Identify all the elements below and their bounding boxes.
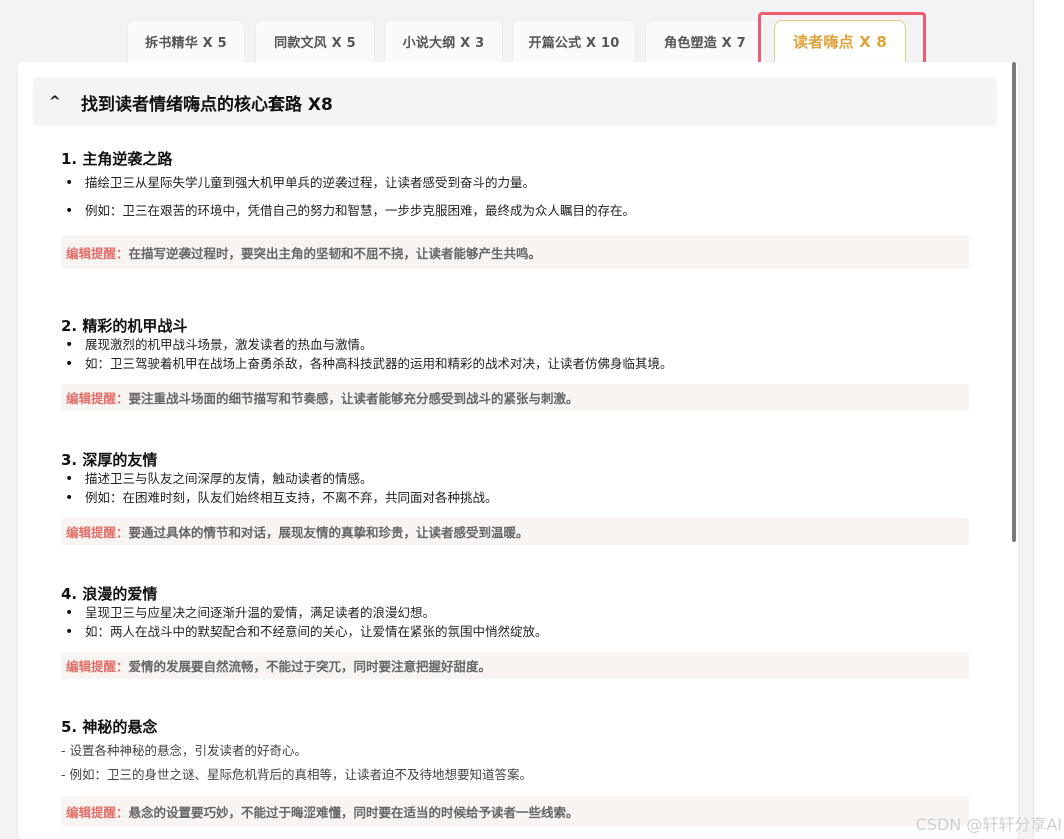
tab-same-style[interactable]: 同款文风 X 5 <box>255 20 375 62</box>
tab-character-building[interactable]: 角色塑造 X 7 <box>645 20 765 62</box>
hype-item-1: 1. 主角逆袭之路 描绘卫三从星际失学儿童到强大机甲单兵的逆袭过程，让读者感受到… <box>61 149 971 221</box>
item-title: 4. 浪漫的爱情 <box>61 585 158 603</box>
hype-item-2: 2. 精彩的机甲战斗 展现激烈的机甲战斗场景，激发读者的热血与激情。 如：卫三驾… <box>61 316 971 374</box>
item-title: 5. 神秘的悬念 <box>61 718 158 736</box>
tip-label: 编辑提醒： <box>66 245 129 261</box>
list-item: 如：卫三驾驶着机甲在战场上奋勇杀敌，各种高科技武器的运用和精彩的战术对决，让读者… <box>61 354 971 374</box>
collapse-caret-icon[interactable]: ^ <box>49 94 65 110</box>
editor-tip-3: 编辑提醒： 要通过具体的情节和对话，展现友情的真挚和珍贵，让读者感受到温暖。 <box>61 518 969 545</box>
editor-tip-5: 编辑提醒： 悬念的设置要巧妙，不能过于晦涩难懂，同时要在适当的时候给予读者一些线… <box>61 796 969 826</box>
editor-tip-1: 编辑提醒： 在描写逆袭过程时，要突出主角的坚韧和不屈不挠，让读者能够产生共鸣。 <box>61 235 969 269</box>
tip-text: 要通过具体的情节和对话，展现友情的真挚和珍贵，让读者感受到温暖。 <box>128 525 529 540</box>
hype-item-3: 3. 深厚的友情 描述卫三与队友之间深厚的友情，触动读者的情感。 例如：在困难时… <box>61 450 971 508</box>
list-item: - 例如：卫三的身世之谜、星际危机背后的真相等，让读者迫不及待地想要知道答案。 <box>61 767 532 782</box>
list-item: 展现激烈的机甲战斗场景，激发读者的热血与激情。 <box>61 336 971 354</box>
section-title: 找到读者情绪嗨点的核心套路 X8 <box>81 94 333 115</box>
list-item: 例如：在困难时刻，队友们始终相互支持，不离不弃，共同面对各种挑战。 <box>61 488 971 508</box>
editor-tip-4: 编辑提醒： 爱情的发展要自然流畅，不能过于突兀，同时要注意把握好甜度。 <box>61 652 969 679</box>
hype-item-4: 4. 浪漫的爱情 呈现卫三与应星决之间逐渐升温的爱情，满足读者的浪漫幻想。 如：… <box>61 584 971 642</box>
item-title: 3. 深厚的友情 <box>61 451 158 469</box>
tip-label: 编辑提醒： <box>66 525 129 540</box>
tip-label: 编辑提醒： <box>66 391 129 406</box>
item-title: 1. 主角逆袭之路 <box>61 150 173 168</box>
watermark: CSDN @轩轩分享AI <box>915 815 1062 834</box>
hype-item-5: 5. 神秘的悬念 - 设置各种神秘的悬念，引发读者的好奇心。 - 例如：卫三的身… <box>61 717 971 785</box>
list-item: 描述卫三与队友之间深厚的友情，触动读者的情感。 <box>61 470 971 488</box>
list-item: 例如：卫三在艰苦的环境中，凭借自己的努力和智慧，一步步克服困难，最终成为众人瞩目… <box>61 201 971 221</box>
tip-label: 编辑提醒： <box>66 804 129 820</box>
scrollbar[interactable] <box>1012 62 1016 542</box>
tip-text: 爱情的发展要自然流畅，不能过于突兀，同时要注意把握好甜度。 <box>128 659 492 674</box>
tab-bar: 拆书精华 X 5 同款文风 X 5 小说大纲 X 3 开篇公式 X 10 角色塑… <box>0 0 1034 75</box>
section-header[interactable]: ^ 找到读者情绪嗨点的核心套路 X8 <box>33 78 997 126</box>
list-item: 描绘卫三从星际失学儿童到强大机甲单兵的逆袭过程，让读者感受到奋斗的力量。 <box>61 173 971 201</box>
tab-opening-formula[interactable]: 开篇公式 X 10 <box>512 20 636 62</box>
item-title: 2. 精彩的机甲战斗 <box>61 317 188 335</box>
tip-text: 要注重战斗场面的细节描写和节奏感，让读者能够充分感受到战斗的紧张与刺激。 <box>128 391 579 406</box>
list-item: - 设置各种神秘的悬念，引发读者的好奇心。 <box>61 743 307 758</box>
list-item: 呈现卫三与应星决之间逐渐升温的爱情，满足读者的浪漫幻想。 <box>61 604 971 622</box>
tip-label: 编辑提醒： <box>66 659 129 674</box>
tab-novel-outline[interactable]: 小说大纲 X 3 <box>384 20 503 62</box>
editor-tip-2: 编辑提醒： 要注重战斗场面的细节描写和节奏感，让读者能够充分感受到战斗的紧张与刺… <box>61 384 969 411</box>
tip-text: 悬念的设置要巧妙，不能过于晦涩难懂，同时要在适当的时候给予读者一些线索。 <box>128 804 579 820</box>
content-panel: ^ 找到读者情绪嗨点的核心套路 X8 1. 主角逆袭之路 描绘卫三从星际失学儿童… <box>18 62 1018 839</box>
tab-book-essence[interactable]: 拆书精华 X 5 <box>127 20 245 62</box>
list-item: 如：两人在战斗中的默契配合和不经意间的关心，让爱情在紧张的氛围中悄然绽放。 <box>61 622 971 642</box>
tip-text: 在描写逆袭过程时，要突出主角的坚韧和不屈不挠，让读者能够产生共鸣。 <box>128 245 542 261</box>
